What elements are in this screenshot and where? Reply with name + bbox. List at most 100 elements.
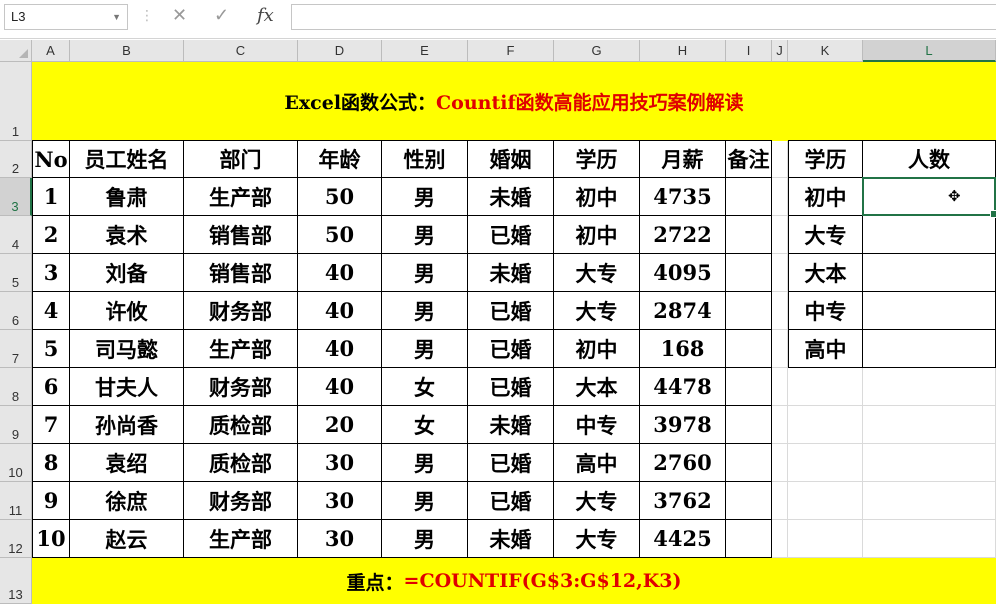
column-header-a[interactable]: A [32, 40, 70, 62]
header-age[interactable]: 年龄 [298, 141, 382, 178]
cell-dept[interactable]: 销售部 [184, 254, 298, 292]
cell-name[interactable]: 许攸 [70, 292, 184, 330]
cell-marital[interactable]: 未婚 [468, 520, 554, 558]
cell-marital[interactable]: 已婚 [468, 330, 554, 368]
cell-gender[interactable]: 男 [382, 216, 468, 254]
cell-age[interactable]: 30 [298, 444, 382, 482]
cell-remark[interactable] [726, 178, 772, 216]
cell-edu[interactable]: 初中 [554, 178, 640, 216]
cell-no[interactable]: 7 [32, 406, 70, 444]
enter-icon[interactable]: ✓ [214, 5, 229, 26]
cell-age[interactable]: 50 [298, 216, 382, 254]
summary-header-edu[interactable]: 学历 [788, 141, 863, 178]
row-header-2[interactable]: 2 [0, 141, 32, 178]
cell-no[interactable]: 5 [32, 330, 70, 368]
cell-name[interactable]: 袁绍 [70, 444, 184, 482]
cell-dept[interactable]: 财务部 [184, 482, 298, 520]
cell-remark[interactable] [726, 330, 772, 368]
row-header-9[interactable]: 9 [0, 406, 32, 444]
row-header-8[interactable]: 8 [0, 368, 32, 406]
cell-no[interactable]: 10 [32, 520, 70, 558]
column-header-e[interactable]: E [382, 40, 468, 62]
cell-name[interactable]: 徐庶 [70, 482, 184, 520]
cell-salary[interactable]: 168 [640, 330, 726, 368]
cell-dept[interactable]: 财务部 [184, 368, 298, 406]
header-salary[interactable]: 月薪 [640, 141, 726, 178]
cell-age[interactable]: 50 [298, 178, 382, 216]
chevron-down-icon[interactable]: ▼ [112, 5, 121, 29]
cell-gender[interactable]: 男 [382, 254, 468, 292]
cell-no[interactable]: 3 [32, 254, 70, 292]
row-header-4[interactable]: 4 [0, 216, 32, 254]
summary-cell-count[interactable] [863, 216, 996, 254]
cell-salary[interactable]: 2722 [640, 216, 726, 254]
cell-gender[interactable]: 女 [382, 406, 468, 444]
header-no[interactable]: No [32, 141, 70, 178]
cell-no[interactable]: 1 [32, 178, 70, 216]
header-name[interactable]: 员工姓名 [70, 141, 184, 178]
column-header-f[interactable]: F [468, 40, 554, 62]
summary-cell-edu[interactable]: 大专 [788, 216, 863, 254]
header-marital[interactable]: 婚姻 [468, 141, 554, 178]
cell-gender[interactable]: 男 [382, 444, 468, 482]
header-dept[interactable]: 部门 [184, 141, 298, 178]
select-all-button[interactable] [0, 40, 32, 62]
row-header-6[interactable]: 6 [0, 292, 32, 330]
cell-gender[interactable]: 男 [382, 178, 468, 216]
cell-edu[interactable]: 中专 [554, 406, 640, 444]
cell-no[interactable]: 9 [32, 482, 70, 520]
cell-edu[interactable]: 初中 [554, 216, 640, 254]
cell-salary[interactable]: 2874 [640, 292, 726, 330]
cell-dept[interactable]: 销售部 [184, 216, 298, 254]
cell-dept[interactable]: 生产部 [184, 520, 298, 558]
cell-name[interactable]: 甘夫人 [70, 368, 184, 406]
summary-cell-edu[interactable]: 大本 [788, 254, 863, 292]
cell-salary[interactable]: 3978 [640, 406, 726, 444]
row-header-11[interactable]: 11 [0, 482, 32, 520]
column-header-k[interactable]: K [788, 40, 863, 62]
summary-cell-count[interactable] [863, 254, 996, 292]
cell-gender[interactable]: 男 [382, 520, 468, 558]
column-header-g[interactable]: G [554, 40, 640, 62]
cell-name[interactable]: 赵云 [70, 520, 184, 558]
cell-dept[interactable]: 生产部 [184, 330, 298, 368]
cell-remark[interactable] [726, 406, 772, 444]
column-header-h[interactable]: H [640, 40, 726, 62]
cell-marital[interactable]: 未婚 [468, 178, 554, 216]
cancel-icon[interactable]: ✕ [172, 5, 187, 26]
cell-dept[interactable]: 质检部 [184, 444, 298, 482]
title-banner[interactable]: Excel函数公式： Countif函数高能应用技巧案例解读 [32, 62, 996, 141]
column-header-c[interactable]: C [184, 40, 298, 62]
cell-edu[interactable]: 大专 [554, 482, 640, 520]
cell-salary[interactable]: 4735 [640, 178, 726, 216]
cell-remark[interactable] [726, 216, 772, 254]
cell-name[interactable]: 鲁肃 [70, 178, 184, 216]
cell-no[interactable]: 8 [32, 444, 70, 482]
row-header-7[interactable]: 7 [0, 330, 32, 368]
summary-cell-count[interactable] [863, 292, 996, 330]
cell-marital[interactable]: 已婚 [468, 482, 554, 520]
cell-name[interactable]: 孙尚香 [70, 406, 184, 444]
cell-gender[interactable]: 女 [382, 368, 468, 406]
formula-input[interactable] [291, 4, 996, 30]
cell-marital[interactable]: 未婚 [468, 406, 554, 444]
cell-dept[interactable]: 质检部 [184, 406, 298, 444]
cell-salary[interactable]: 2760 [640, 444, 726, 482]
header-gender[interactable]: 性别 [382, 141, 468, 178]
column-header-j[interactable]: J [772, 40, 788, 62]
cell-remark[interactable] [726, 254, 772, 292]
cell-remark[interactable] [726, 444, 772, 482]
cell-marital[interactable]: 已婚 [468, 292, 554, 330]
row-header-10[interactable]: 10 [0, 444, 32, 482]
cell-dept[interactable]: 生产部 [184, 178, 298, 216]
column-header-d[interactable]: D [298, 40, 382, 62]
formula-note-banner[interactable]: 重点： =COUNTIF(G$3:G$12,K3) [32, 558, 996, 604]
cell-remark[interactable] [726, 368, 772, 406]
insert-function-icon[interactable]: fx [257, 5, 274, 26]
cell-edu[interactable]: 高中 [554, 444, 640, 482]
row-header-3[interactable]: 3 [0, 178, 32, 216]
column-header-l[interactable]: L [863, 40, 996, 62]
cell-edu[interactable]: 大专 [554, 520, 640, 558]
row-header-5[interactable]: 5 [0, 254, 32, 292]
cell-age[interactable]: 40 [298, 254, 382, 292]
